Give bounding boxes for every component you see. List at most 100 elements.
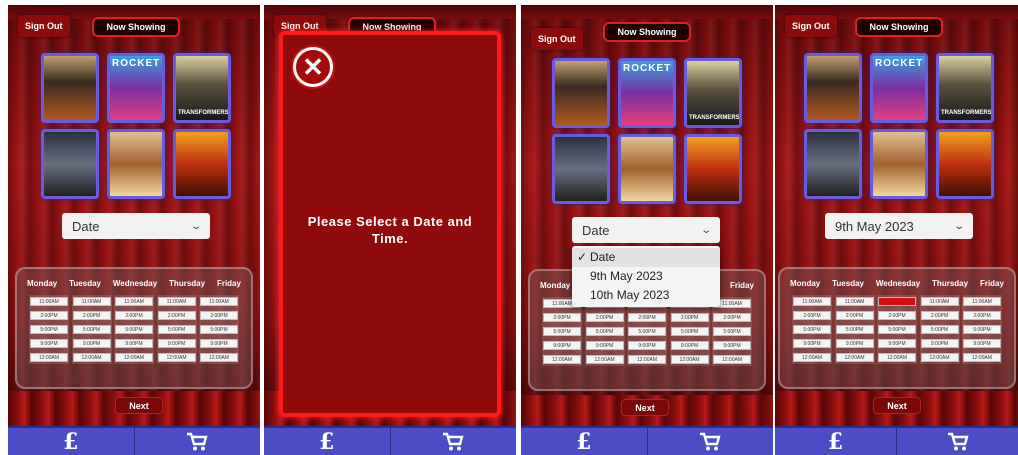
- showtime-slot[interactable]: 2:00PM: [157, 311, 196, 320]
- showtime-slot[interactable]: 11:00AM: [30, 297, 68, 306]
- movie-poster-1[interactable]: [804, 53, 862, 123]
- showtime-slot[interactable]: 12:00AM: [200, 353, 238, 362]
- showtime-slot[interactable]: 9:00PM: [878, 339, 916, 348]
- dropdown-option[interactable]: ✓ Date: [572, 248, 720, 267]
- showtime-slot[interactable]: 5:00PM: [793, 325, 831, 334]
- sign-out-button[interactable]: Sign Out: [531, 28, 583, 50]
- showtime-slot[interactable]: 5:00PM: [157, 325, 196, 334]
- showtime-slot[interactable]: 2:00PM: [835, 311, 874, 320]
- showtime-slot[interactable]: 5:00PM: [878, 325, 916, 334]
- movie-poster-6[interactable]: [936, 129, 994, 199]
- showtime-slot[interactable]: 9:00PM: [30, 339, 68, 348]
- showtime-slot[interactable]: 5:00PM: [713, 327, 751, 336]
- showtime-slot[interactable]: 12:00AM: [30, 353, 68, 362]
- showtime-slot[interactable]: 12:00AM: [628, 355, 666, 364]
- showtime-slot[interactable]: 2:00PM: [30, 311, 68, 320]
- pound-icon[interactable]: £: [264, 428, 391, 455]
- showtime-slot[interactable]: 11:00AM: [72, 297, 111, 306]
- showtime-slot[interactable]: 12:00AM: [793, 353, 831, 362]
- showtime-slot[interactable]: 11:00AM: [200, 297, 238, 306]
- showtime-slot[interactable]: 9:00PM: [543, 341, 581, 350]
- movie-poster-2[interactable]: ROCKET: [870, 53, 928, 123]
- sign-out-button[interactable]: Sign Out: [18, 15, 70, 37]
- showtime-slot[interactable]: 5:00PM: [200, 325, 238, 334]
- showtime-slot[interactable]: 12:00AM: [72, 353, 111, 362]
- showtime-slot[interactable]: 12:00AM: [585, 355, 624, 364]
- movie-poster-5[interactable]: [107, 129, 165, 199]
- sign-out-button[interactable]: Sign Out: [785, 15, 837, 37]
- movie-poster-1[interactable]: [41, 53, 99, 123]
- showtime-slot[interactable]: 5:00PM: [115, 325, 153, 334]
- pound-icon[interactable]: £: [775, 428, 897, 455]
- movie-poster-4[interactable]: [41, 129, 99, 199]
- showtime-slot[interactable]: 12:00AM: [115, 353, 153, 362]
- cart-icon[interactable]: [897, 428, 1018, 455]
- showtime-slot[interactable]: 9:00PM: [157, 339, 196, 348]
- showtime-slot[interactable]: 9:00PM: [793, 339, 831, 348]
- showtime-slot[interactable]: 11:00AM: [963, 297, 1001, 306]
- showtime-slot[interactable]: 5:00PM: [670, 327, 709, 336]
- showtime-slot[interactable]: 12:00AM: [835, 353, 874, 362]
- showtime-slot[interactable]: 11:00AM: [878, 297, 916, 306]
- showtime-slot[interactable]: 9:00PM: [628, 341, 666, 350]
- showtime-slot[interactable]: 5:00PM: [585, 327, 624, 336]
- cart-icon[interactable]: [135, 428, 261, 455]
- showtime-slot[interactable]: 12:00AM: [543, 355, 581, 364]
- showtime-slot[interactable]: 12:00AM: [920, 353, 959, 362]
- showtime-slot[interactable]: 2:00PM: [713, 313, 751, 322]
- showtime-slot[interactable]: 9:00PM: [72, 339, 111, 348]
- movie-poster-2[interactable]: ROCKET: [618, 58, 676, 128]
- showtime-slot[interactable]: 11:00AM: [115, 297, 153, 306]
- showtime-slot[interactable]: 9:00PM: [200, 339, 238, 348]
- movie-poster-3[interactable]: TRANSFORMERS: [684, 58, 742, 128]
- showtime-slot[interactable]: 11:00AM: [835, 297, 874, 306]
- movie-poster-2[interactable]: ROCKET: [107, 53, 165, 123]
- showtime-slot[interactable]: 9:00PM: [835, 339, 874, 348]
- movie-poster-3[interactable]: TRANSFORMERS: [173, 53, 231, 123]
- showtime-slot[interactable]: 12:00AM: [878, 353, 916, 362]
- movie-poster-3[interactable]: TRANSFORMERS: [936, 53, 994, 123]
- close-icon[interactable]: ✕: [293, 47, 333, 87]
- next-button[interactable]: Next: [873, 397, 921, 414]
- showtime-slot[interactable]: 2:00PM: [543, 313, 581, 322]
- showtime-slot[interactable]: 12:00AM: [157, 353, 196, 362]
- showtime-slot[interactable]: 11:00AM: [920, 297, 959, 306]
- showtime-slot[interactable]: 9:00PM: [670, 341, 709, 350]
- showtime-slot[interactable]: 2:00PM: [670, 313, 709, 322]
- movie-poster-6[interactable]: [173, 129, 231, 199]
- showtime-slot[interactable]: 2:00PM: [920, 311, 959, 320]
- showtime-slot[interactable]: 12:00AM: [963, 353, 1001, 362]
- showtime-slot[interactable]: 5:00PM: [72, 325, 111, 334]
- showtime-slot[interactable]: 2:00PM: [115, 311, 153, 320]
- date-select[interactable]: 9th May 2023 ⌄: [825, 213, 973, 239]
- next-button[interactable]: Next: [115, 397, 163, 414]
- pound-icon[interactable]: £: [521, 428, 648, 455]
- showtime-slot[interactable]: 5:00PM: [963, 325, 1001, 334]
- pound-icon[interactable]: £: [8, 428, 135, 455]
- movie-poster-4[interactable]: [804, 129, 862, 199]
- showtime-slot[interactable]: 5:00PM: [920, 325, 959, 334]
- showtime-slot[interactable]: 2:00PM: [200, 311, 238, 320]
- showtime-slot[interactable]: 12:00AM: [670, 355, 709, 364]
- showtime-slot[interactable]: 2:00PM: [963, 311, 1001, 320]
- showtime-slot[interactable]: 5:00PM: [835, 325, 874, 334]
- showtime-slot[interactable]: 11:00AM: [157, 297, 196, 306]
- showtime-slot[interactable]: 2:00PM: [793, 311, 831, 320]
- showtime-slot[interactable]: 9:00PM: [115, 339, 153, 348]
- showtime-slot[interactable]: 5:00PM: [543, 327, 581, 336]
- movie-poster-1[interactable]: [552, 58, 610, 128]
- movie-poster-5[interactable]: [618, 134, 676, 204]
- movie-poster-5[interactable]: [870, 129, 928, 199]
- next-button[interactable]: Next: [621, 399, 669, 416]
- dropdown-option[interactable]: 9th May 2023: [572, 267, 720, 286]
- showtime-slot[interactable]: 9:00PM: [963, 339, 1001, 348]
- dropdown-option[interactable]: 10th May 2023: [572, 286, 720, 305]
- movie-poster-6[interactable]: [684, 134, 742, 204]
- showtime-slot[interactable]: 2:00PM: [72, 311, 111, 320]
- showtime-slot[interactable]: 5:00PM: [30, 325, 68, 334]
- showtime-slot[interactable]: 9:00PM: [920, 339, 959, 348]
- movie-poster-4[interactable]: [552, 134, 610, 204]
- showtime-slot[interactable]: 2:00PM: [878, 311, 916, 320]
- showtime-slot[interactable]: 9:00PM: [585, 341, 624, 350]
- date-select[interactable]: Date ⌄: [62, 213, 210, 239]
